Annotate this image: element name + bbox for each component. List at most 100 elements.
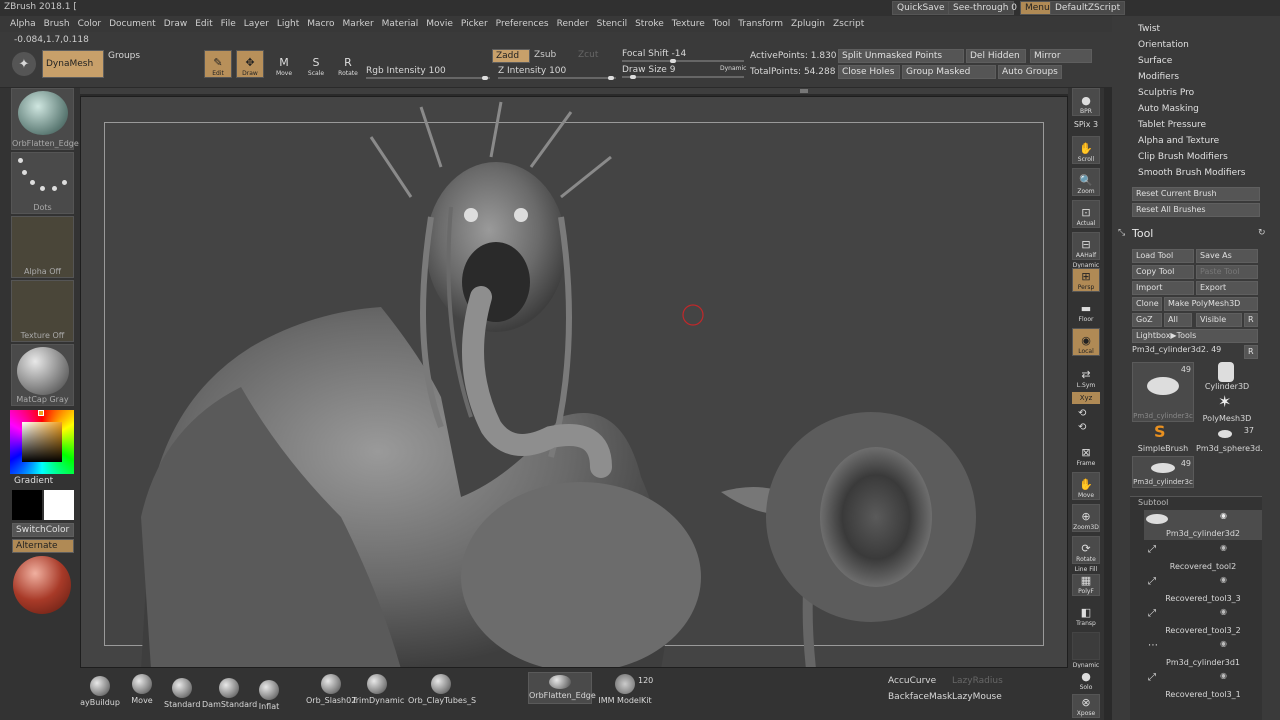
tool-palette-title[interactable]: Tool [1132, 227, 1153, 240]
menu-draw[interactable]: Draw [160, 19, 192, 29]
draw-mode-button[interactable]: ✥ Draw [236, 50, 264, 78]
goz-button[interactable]: GoZ [1132, 313, 1162, 327]
tool-thumb-polymesh3d[interactable]: ✶ PolyMesh3D [1196, 392, 1258, 424]
split-unmasked-button[interactable]: Split Unmasked Points [838, 49, 964, 63]
menu-tool[interactable]: Tool [709, 19, 734, 29]
scale-mode-button[interactable]: S Scale [302, 50, 330, 78]
goz-all-button[interactable]: All [1164, 313, 1192, 327]
rotate-mode-button[interactable]: R Rotate [334, 50, 362, 78]
goz-r-button[interactable]: R [1244, 313, 1258, 327]
menu-color[interactable]: Color [74, 19, 106, 29]
transp-button[interactable]: ◧ Transp [1072, 600, 1100, 628]
menu-macro[interactable]: Macro [303, 19, 338, 29]
lazyradius-slider[interactable]: LazyRadius [952, 676, 1003, 686]
menu-stroke[interactable]: Stroke [631, 19, 668, 29]
zoom3d-button[interactable]: ⊕ Zoom3D [1072, 504, 1100, 532]
solo-button[interactable]: ● Solo [1072, 668, 1100, 692]
default-zscript-button[interactable]: DefaultZScript [1050, 1, 1126, 15]
menu-twist[interactable]: Twist [1138, 24, 1160, 34]
refresh-icon[interactable]: ↻ [1258, 228, 1266, 238]
menu-render[interactable]: Render [553, 19, 593, 29]
menu-zscript[interactable]: Zscript [829, 19, 868, 29]
menu-tablet-pressure[interactable]: Tablet Pressure [1138, 120, 1206, 130]
mirror-button[interactable]: Mirror [1030, 49, 1092, 63]
brush-standard[interactable]: Standard [164, 678, 200, 709]
copy-tool-button[interactable]: Copy Tool [1132, 265, 1194, 279]
zadd-button[interactable]: Zadd [492, 49, 530, 63]
menu-zplugin[interactable]: Zplugin [787, 19, 829, 29]
zsub-button[interactable]: Zsub [534, 50, 556, 60]
subtool-row[interactable]: ⤢ ◉ Recovered_tool3_1 [1144, 670, 1262, 700]
subtool-row[interactable]: ◉ Pm3d_cylinder3d2 [1144, 510, 1262, 540]
horizontal-scrollbar[interactable] [80, 88, 1068, 94]
move-mode-button[interactable]: M Move [270, 50, 298, 78]
rotate-z-icon[interactable]: ⟲ [1078, 422, 1086, 433]
lightbox-tools-button[interactable]: Lightbox▶Tools [1132, 329, 1258, 343]
scroll-button[interactable]: ✋ Scroll [1072, 136, 1100, 164]
del-hidden-button[interactable]: Del Hidden [966, 49, 1026, 63]
menu-alpha[interactable]: Alpha [6, 19, 40, 29]
dynamic-size-toggle[interactable]: Dynamic [720, 65, 746, 72]
menu-stencil[interactable]: Stencil [593, 19, 631, 29]
menu-alpha-and-texture[interactable]: Alpha and Texture [1138, 136, 1219, 146]
brush-orb-slash[interactable]: Orb_Slash02 [306, 674, 356, 705]
document-canvas[interactable] [80, 96, 1068, 668]
rgb-intensity-slider[interactable]: Rgb Intensity 100 [366, 66, 490, 80]
z-intensity-slider[interactable]: Z Intensity 100 [498, 66, 616, 80]
menu-texture[interactable]: Texture [668, 19, 709, 29]
reset-all-brushes-button[interactable]: Reset All Brushes [1132, 203, 1260, 217]
eye-icon[interactable]: ◉ [1220, 671, 1227, 680]
zcut-button[interactable]: Zcut [578, 50, 598, 60]
floor-button[interactable]: ▬ Floor [1072, 296, 1100, 324]
menu-edit[interactable]: Edit [191, 19, 216, 29]
material-selector[interactable]: MatCap Gray [11, 344, 74, 406]
tool-thumb-pm3d-cylinder-2[interactable]: 49 Pm3d_cylinder3c [1132, 456, 1194, 488]
make-polymesh-button[interactable]: Make PolyMesh3D [1164, 297, 1258, 311]
brush-trimdynamic[interactable]: TrimDynamic [352, 674, 404, 705]
current-tool-slider[interactable]: Pm3d_cylinder3d2. 49 [1132, 345, 1244, 359]
spotlight-icon[interactable]: ✦ [12, 52, 36, 76]
eye-icon[interactable]: ◉ [1220, 575, 1227, 584]
texture-selector[interactable]: Texture Off [11, 280, 74, 342]
menu-brush[interactable]: Brush [40, 19, 74, 29]
tool-thumb-pm3d-cylinder[interactable]: 49 Pm3d_cylinder3c [1132, 362, 1194, 422]
stroke-selector[interactable]: Dots [11, 152, 74, 214]
group-masked-button[interactable]: Group Masked [902, 65, 996, 79]
brush-move[interactable]: Move [126, 674, 158, 705]
menu-sculptris-pro[interactable]: Sculptris Pro [1138, 88, 1194, 98]
subtool-title[interactable]: Subtool [1138, 498, 1168, 507]
dynamesh-button[interactable]: DynaMesh [42, 50, 104, 78]
menu-clip-brush-modifiers[interactable]: Clip Brush Modifiers [1138, 152, 1228, 162]
menu-orientation[interactable]: Orientation [1138, 40, 1189, 50]
z-intensity-knob[interactable] [608, 76, 614, 80]
eye-icon[interactable]: ◉ [1220, 511, 1227, 520]
spix-slider[interactable]: SPix 3 [1072, 120, 1100, 129]
rgb-intensity-knob[interactable] [482, 76, 488, 80]
export-button[interactable]: Export [1196, 281, 1258, 295]
move-view-button[interactable]: ✋ Move [1072, 472, 1100, 500]
color-marker[interactable] [38, 410, 44, 416]
alternate-button[interactable]: Alternate [12, 539, 74, 553]
bpr-render-button[interactable]: ● BPR [1072, 88, 1100, 116]
aahalf-button[interactable]: ⊟ AAHalf [1072, 232, 1100, 260]
menu-auto-masking[interactable]: Auto Masking [1138, 104, 1199, 114]
backfacemask-toggle[interactable]: BackfaceMask [888, 692, 952, 702]
save-as-button[interactable]: Save As [1196, 249, 1258, 263]
subtool-row[interactable]: ⤢ ◉ Recovered_tool2 [1144, 542, 1262, 572]
load-tool-button[interactable]: Load Tool [1132, 249, 1194, 263]
lsym-button[interactable]: ⇄ L.Sym [1072, 362, 1100, 390]
eye-icon[interactable]: ◉ [1220, 639, 1227, 648]
menu-surface[interactable]: Surface [1138, 56, 1172, 66]
auto-groups-button[interactable]: Auto Groups [998, 65, 1062, 79]
actual-button[interactable]: ⊡ Actual [1072, 200, 1100, 228]
menu-preferences[interactable]: Preferences [492, 19, 553, 29]
zoom-button[interactable]: 🔍 Zoom [1072, 168, 1100, 196]
menu-marker[interactable]: Marker [339, 19, 378, 29]
color-picker[interactable] [10, 410, 74, 474]
gradient-toggle[interactable]: Gradient [14, 476, 53, 486]
quicksave-button[interactable]: QuickSave [892, 1, 950, 15]
eye-icon[interactable]: ◉ [1220, 543, 1227, 552]
focal-shift-slider[interactable]: Focal Shift -14 [622, 49, 744, 63]
menu-light[interactable]: Light [273, 19, 303, 29]
reset-current-brush-button[interactable]: Reset Current Brush [1132, 187, 1260, 201]
